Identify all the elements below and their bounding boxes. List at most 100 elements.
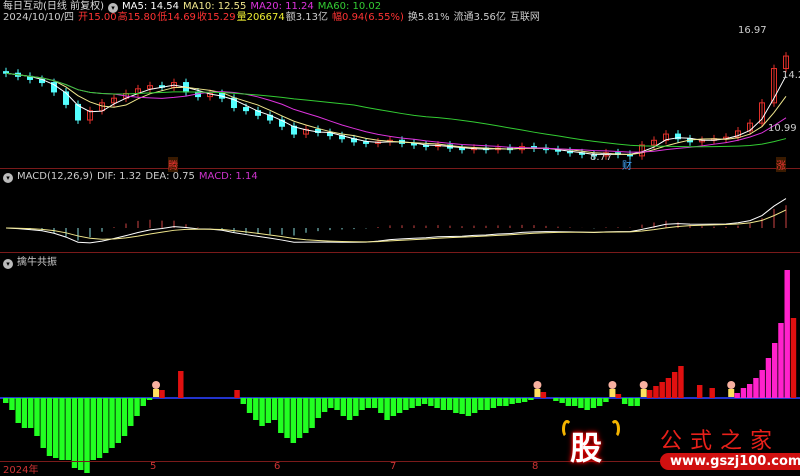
resonance-bar (765, 358, 772, 398)
resonance-bar (403, 398, 409, 410)
resonance-bar (671, 372, 678, 398)
candle (363, 141, 369, 144)
resonance-bar (734, 393, 740, 398)
horn-icon (610, 420, 620, 438)
resonance-bar (571, 398, 578, 406)
resonance-bar (71, 398, 78, 468)
resonance-bar (65, 398, 71, 460)
resonance-bar (53, 398, 59, 458)
resonance-bar (315, 398, 322, 418)
ma-price-label: 10.99 (768, 123, 797, 134)
axis-label: 6 (274, 461, 281, 472)
mid-price-label: 14.23 (782, 70, 800, 81)
resonance-bar (284, 398, 290, 438)
resonance-bar (646, 390, 653, 398)
indicator-title: 擒牛共振 (17, 257, 57, 268)
chart-canvas[interactable] (0, 0, 800, 473)
bull-marker-icon (153, 389, 160, 397)
resonance-bar (428, 398, 434, 406)
resonance-bar (509, 398, 515, 404)
resonance-bar (578, 398, 584, 408)
candle (459, 147, 465, 151)
event-tag[interactable]: 涨 (776, 157, 786, 172)
resonance-bar (246, 398, 253, 413)
resonance-bar (103, 398, 109, 453)
resonance-bar (340, 398, 347, 416)
resonance-bar (396, 398, 403, 413)
dif-line (5, 198, 787, 244)
resonance-bar (90, 398, 96, 460)
resonance-bar (259, 398, 265, 426)
resonance-bar (328, 398, 334, 408)
resonance-bar (21, 398, 28, 428)
resonance-bar (503, 398, 509, 406)
bull-marker-icon (608, 381, 617, 389)
resonance-bar (615, 394, 622, 398)
resonance-bar (753, 378, 759, 398)
resonance-bar (34, 398, 40, 436)
resonance-bar (3, 398, 9, 403)
resonance-bar (434, 398, 440, 408)
event-tag[interactable]: 腾 (168, 157, 178, 172)
resonance-bar (778, 323, 784, 398)
resonance-bar (359, 398, 365, 410)
bull-marker-icon (639, 381, 648, 389)
resonance-bar (290, 398, 297, 443)
resonance-bar (128, 398, 134, 426)
collapse-icon[interactable]: ▾ (3, 259, 13, 269)
axis-label: 5 (150, 461, 157, 472)
resonance-bar (540, 392, 547, 398)
resonance-bar (265, 398, 272, 423)
resonance-bar (271, 398, 278, 420)
resonance-bar (365, 398, 372, 408)
resonance-bar (134, 398, 140, 416)
macd-title: MACD(12,26,9) (17, 171, 93, 182)
bull-marker-icon (609, 389, 616, 397)
resonance-bar (740, 388, 747, 398)
event-tag[interactable]: 财 (622, 157, 632, 172)
resonance-bar (659, 382, 665, 398)
high-price-label: 16.97 (738, 25, 767, 36)
resonance-bar (440, 398, 447, 410)
bull-marker-icon (640, 389, 647, 397)
low-price-label: 8.77 (590, 152, 613, 163)
resonance-bar (665, 378, 672, 398)
resonance-bar (628, 398, 634, 406)
resonance-bar (303, 398, 309, 433)
resonance-bar (771, 343, 778, 398)
resonance-bar (759, 370, 765, 398)
resonance-bar (790, 318, 797, 398)
resonance-bar (465, 398, 472, 416)
resonance-bar (565, 398, 572, 406)
resonance-bar (784, 270, 790, 398)
resonance-bar (234, 390, 240, 398)
resonance-bar (709, 388, 715, 398)
resonance-bar (371, 398, 378, 408)
resonance-bar (446, 398, 453, 410)
watermark-brand: 股 (570, 429, 603, 467)
axis-label: 7 (390, 461, 397, 472)
resonance-bar (603, 398, 609, 402)
resonance-bar (459, 398, 465, 414)
resonance-bar (634, 398, 640, 406)
resonance-bar (146, 398, 153, 400)
resonance-bar (421, 398, 428, 404)
resonance-bar (415, 398, 422, 406)
resonance-bar (409, 398, 415, 408)
ma-line-10 (5, 72, 787, 156)
watermark-url: www.gszj100.com (660, 453, 800, 470)
macd-dea: DEA: 0.75 (145, 171, 195, 182)
resonance-bar (59, 398, 65, 460)
resonance-bar (96, 398, 103, 458)
resonance-bar (46, 398, 53, 456)
candle (243, 107, 249, 112)
resonance-bar (478, 398, 484, 410)
collapse-icon[interactable]: ▾ (3, 173, 13, 183)
resonance-bar (384, 398, 390, 420)
resonance-bar (115, 398, 121, 443)
divider (0, 252, 800, 253)
resonance-bar (490, 398, 497, 408)
resonance-bar (28, 398, 34, 428)
resonance-bar (178, 371, 184, 398)
resonance-bar (621, 398, 628, 404)
